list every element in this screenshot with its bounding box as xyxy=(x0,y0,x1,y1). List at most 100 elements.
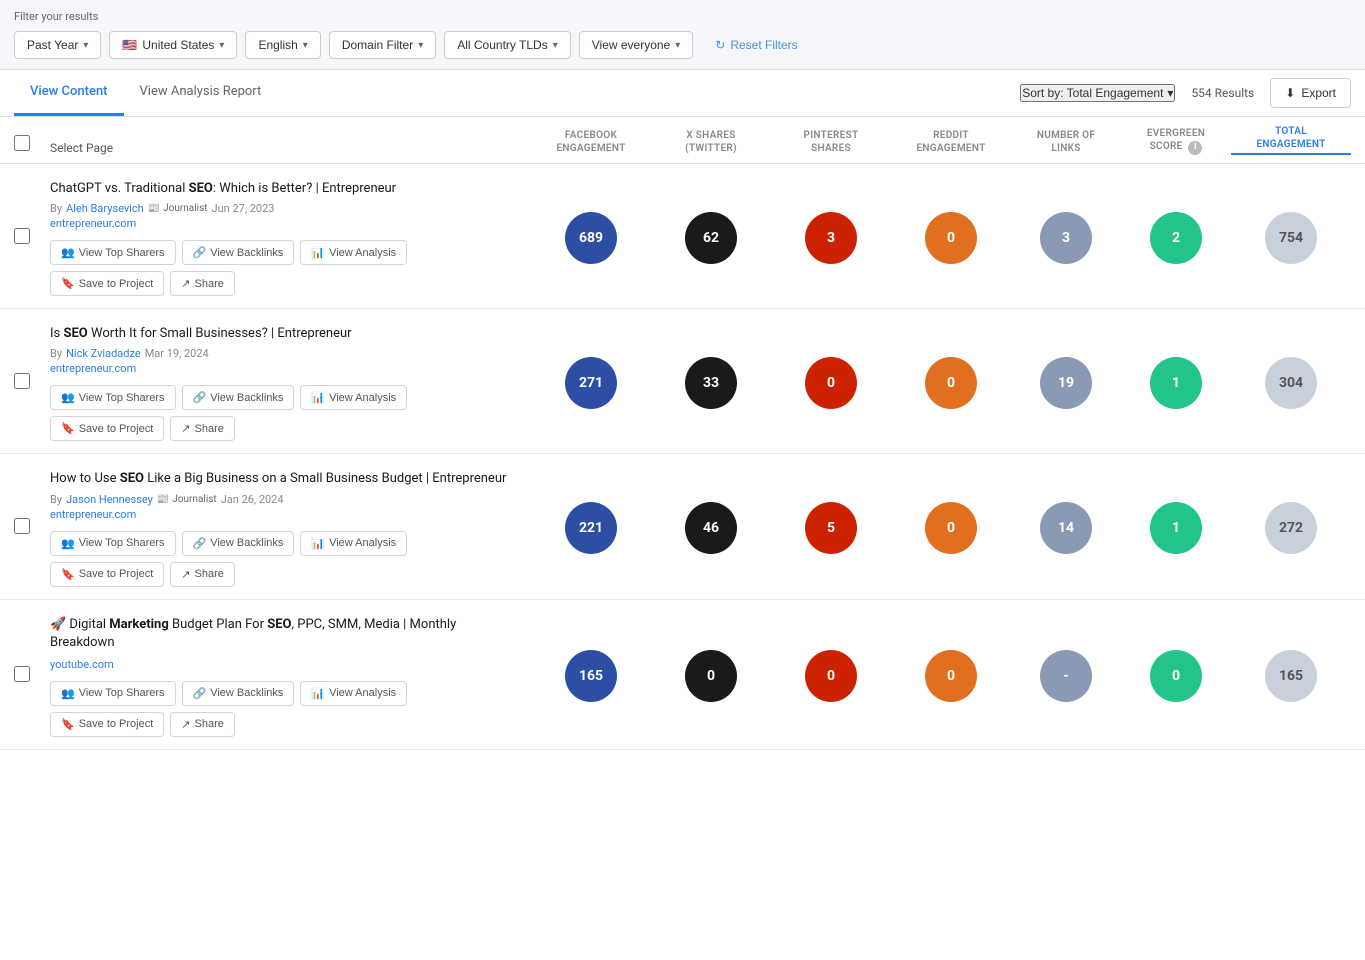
action-save-to-project-button[interactable]: 🔖 Save to Project xyxy=(50,416,164,441)
article-meta: By Jason Hennessey 📰 Journalist Jan 26, … xyxy=(50,493,515,506)
metric-facebook-circle: 271 xyxy=(565,357,617,409)
view-analysis-icon: 📊 xyxy=(311,537,325,550)
metric-reddit-circle: 0 xyxy=(925,650,977,702)
action-save-to-project-button[interactable]: 🔖 Save to Project xyxy=(50,712,164,737)
reset-filters-label: Reset Filters xyxy=(730,38,797,52)
metric-total-cell: 272 xyxy=(1231,502,1351,554)
row-checkbox-2[interactable] xyxy=(14,518,30,534)
col-header-evergreen: EVERGREENSCORE i xyxy=(1121,127,1231,155)
select-all-checkbox[interactable] xyxy=(14,135,30,151)
metric-reddit-circle: 0 xyxy=(925,212,977,264)
row-checkbox-cell xyxy=(14,518,50,538)
metric-total-circle: 165 xyxy=(1265,650,1317,702)
chevron-down-icon: ▾ xyxy=(553,40,558,51)
article-info: Is SEO Worth It for Small Businesses? | … xyxy=(50,325,531,441)
action-save-to-project-button[interactable]: 🔖 Save to Project xyxy=(50,562,164,587)
tab-view-analysis[interactable]: View Analysis Report xyxy=(124,70,278,116)
action-share-button[interactable]: ↗ Share xyxy=(170,712,235,737)
article-domain: entrepreneur.com xyxy=(50,217,515,230)
table-row: ChatGPT vs. Traditional SEO: Which is Be… xyxy=(0,164,1365,309)
action-buttons: 👥 View Top Sharers🔗 View Backlinks📊 View… xyxy=(50,681,515,737)
share-icon: ↗ xyxy=(181,718,190,731)
filter-tld[interactable]: All Country TLDs ▾ xyxy=(444,31,571,59)
author-link[interactable]: Jason Hennessey xyxy=(66,493,153,506)
filter-country[interactable]: 🇺🇸 United States ▾ xyxy=(109,31,237,59)
view-backlinks-icon: 🔗 xyxy=(193,246,207,259)
tab-view-content[interactable]: View Content xyxy=(14,70,124,116)
author-link[interactable]: Nick Zviadadze xyxy=(66,347,141,360)
metric-links-circle: - xyxy=(1040,650,1092,702)
article-info: How to Use SEO Like a Big Business on a … xyxy=(50,470,531,586)
metric-links-cell: 19 xyxy=(1011,357,1121,409)
metric-xshares-cell: 46 xyxy=(651,502,771,554)
share-icon: ↗ xyxy=(181,422,190,435)
action-view-top-sharers-button[interactable]: 👥 View Top Sharers xyxy=(50,531,176,556)
filter-time[interactable]: Past Year ▾ xyxy=(14,31,101,59)
metric-links-circle: 3 xyxy=(1040,212,1092,264)
article-date: Jun 27, 2023 xyxy=(212,202,275,215)
view-top-sharers-icon: 👥 xyxy=(61,537,75,550)
metric-pinterest-circle: 5 xyxy=(805,502,857,554)
col-header-links: NUMBER OFLINKS xyxy=(1011,129,1121,155)
author-link[interactable]: Aleh Barysevich xyxy=(66,202,144,215)
metric-pinterest-circle: 3 xyxy=(805,212,857,264)
filter-audience[interactable]: View everyone ▾ xyxy=(579,31,694,59)
action-view-backlinks-button[interactable]: 🔗 View Backlinks xyxy=(182,240,295,265)
chevron-down-icon: ▾ xyxy=(303,40,308,51)
row-checkbox-cell xyxy=(14,666,50,686)
action-share-button[interactable]: ↗ Share xyxy=(170,271,235,296)
article-link[interactable]: 🚀 Digital Marketing Budget Plan For SEO,… xyxy=(50,617,456,650)
article-date: Mar 19, 2024 xyxy=(145,347,209,360)
action-view-analysis-button[interactable]: 📊 View Analysis xyxy=(300,240,407,265)
row-checkbox-0[interactable] xyxy=(14,228,30,244)
article-date: Jan 26, 2024 xyxy=(221,493,284,506)
article-domain: entrepreneur.com xyxy=(50,508,515,521)
select-page-area: Select Page xyxy=(50,141,531,155)
sort-button[interactable]: Sort by: Total Engagement ▾ xyxy=(1020,84,1175,102)
article-link[interactable]: How to Use SEO Like a Big Business on a … xyxy=(50,471,506,486)
export-button[interactable]: ⬇ Export xyxy=(1270,78,1351,108)
row-checkbox-3[interactable] xyxy=(14,666,30,682)
col-header-total: TOTALENGAGEMENT xyxy=(1231,125,1351,155)
action-share-button[interactable]: ↗ Share xyxy=(170,562,235,587)
action-save-to-project-button[interactable]: 🔖 Save to Project xyxy=(50,271,164,296)
view-top-sharers-icon: 👥 xyxy=(61,246,75,259)
filter-domain[interactable]: Domain Filter ▾ xyxy=(329,31,436,59)
info-icon[interactable]: i xyxy=(1188,141,1202,155)
action-view-top-sharers-button[interactable]: 👥 View Top Sharers xyxy=(50,385,176,410)
article-title: Is SEO Worth It for Small Businesses? | … xyxy=(50,325,515,343)
reset-filters-button[interactable]: ↻ Reset Filters xyxy=(705,32,807,58)
row-checkbox-1[interactable] xyxy=(14,373,30,389)
article-link[interactable]: Is SEO Worth It for Small Businesses? | … xyxy=(50,326,352,341)
metric-links-circle: 19 xyxy=(1040,357,1092,409)
metric-total-cell: 754 xyxy=(1231,212,1351,264)
action-view-analysis-button[interactable]: 📊 View Analysis xyxy=(300,681,407,706)
filter-tld-label: All Country TLDs xyxy=(457,38,547,52)
filter-language[interactable]: English ▾ xyxy=(245,31,320,59)
action-view-backlinks-button[interactable]: 🔗 View Backlinks xyxy=(182,385,295,410)
metric-xshares-circle: 46 xyxy=(685,502,737,554)
filter-language-label: English xyxy=(258,38,297,52)
main-tabs: View Content View Analysis Report xyxy=(14,70,277,116)
sort-label: Sort by: Total Engagement xyxy=(1022,86,1163,100)
action-view-backlinks-button[interactable]: 🔗 View Backlinks xyxy=(182,681,295,706)
col-header-reddit: REDDITENGAGEMENT xyxy=(891,129,1011,155)
article-link[interactable]: ChatGPT vs. Traditional SEO: Which is Be… xyxy=(50,181,396,196)
metric-pinterest-cell: 0 xyxy=(771,357,891,409)
action-view-analysis-button[interactable]: 📊 View Analysis xyxy=(300,385,407,410)
action-view-backlinks-button[interactable]: 🔗 View Backlinks xyxy=(182,531,295,556)
metric-reddit-cell: 0 xyxy=(891,502,1011,554)
metric-pinterest-cell: 3 xyxy=(771,212,891,264)
action-share-button[interactable]: ↗ Share xyxy=(170,416,235,441)
select-page-label: Select Page xyxy=(50,141,113,155)
action-view-analysis-button[interactable]: 📊 View Analysis xyxy=(300,531,407,556)
table-header: Select Page FACEBOOKENGAGEMENT X SHARES(… xyxy=(0,117,1365,164)
refresh-icon: ↻ xyxy=(715,38,725,52)
toolbar-right: Sort by: Total Engagement ▾ 554 Results … xyxy=(1020,78,1351,108)
action-view-top-sharers-button[interactable]: 👥 View Top Sharers xyxy=(50,240,176,265)
view-backlinks-icon: 🔗 xyxy=(193,687,207,700)
filter-audience-label: View everyone xyxy=(592,38,671,52)
action-view-top-sharers-button[interactable]: 👥 View Top Sharers xyxy=(50,681,176,706)
metric-evergreen-circle: 1 xyxy=(1150,357,1202,409)
metric-total-cell: 304 xyxy=(1231,357,1351,409)
